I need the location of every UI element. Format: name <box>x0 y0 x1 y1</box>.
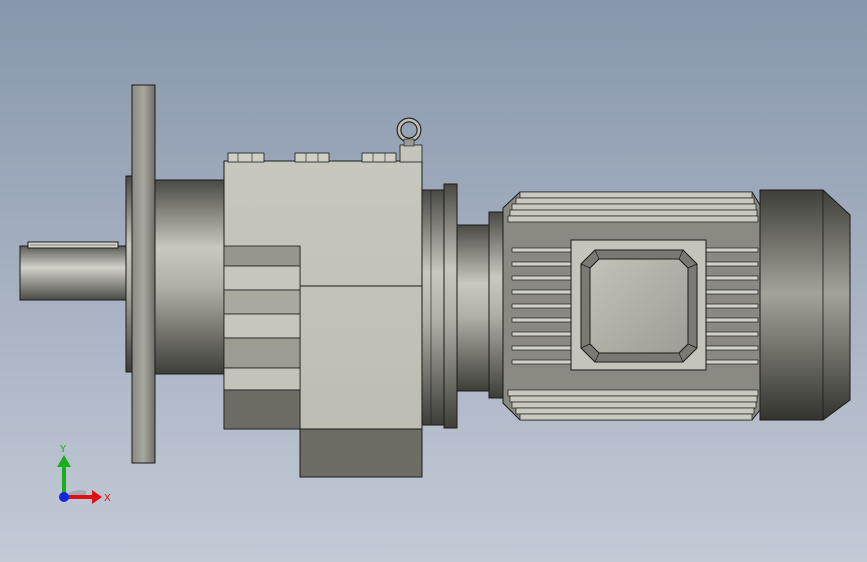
axis-triad[interactable]: Y X <box>40 435 130 515</box>
gear-stage-left[interactable] <box>223 245 301 430</box>
coupling[interactable] <box>456 211 504 399</box>
z-axis-icon <box>59 492 69 502</box>
x-axis-label: X <box>104 493 111 504</box>
y-axis-label: Y <box>59 444 67 455</box>
gearbox-foot[interactable] <box>299 428 423 478</box>
output-shaft[interactable] <box>19 241 129 301</box>
gear-neck[interactable] <box>154 179 226 375</box>
gear-motor-model[interactable] <box>0 0 867 562</box>
y-axis-arrow-icon <box>57 455 71 467</box>
terminal-box[interactable] <box>570 239 707 371</box>
adapter-rings[interactable] <box>421 183 458 429</box>
mounting-flange[interactable] <box>131 84 156 464</box>
graphics-viewport[interactable]: Y X <box>0 0 867 562</box>
fan-cover[interactable] <box>759 189 851 421</box>
x-axis-arrow-icon <box>92 490 102 504</box>
